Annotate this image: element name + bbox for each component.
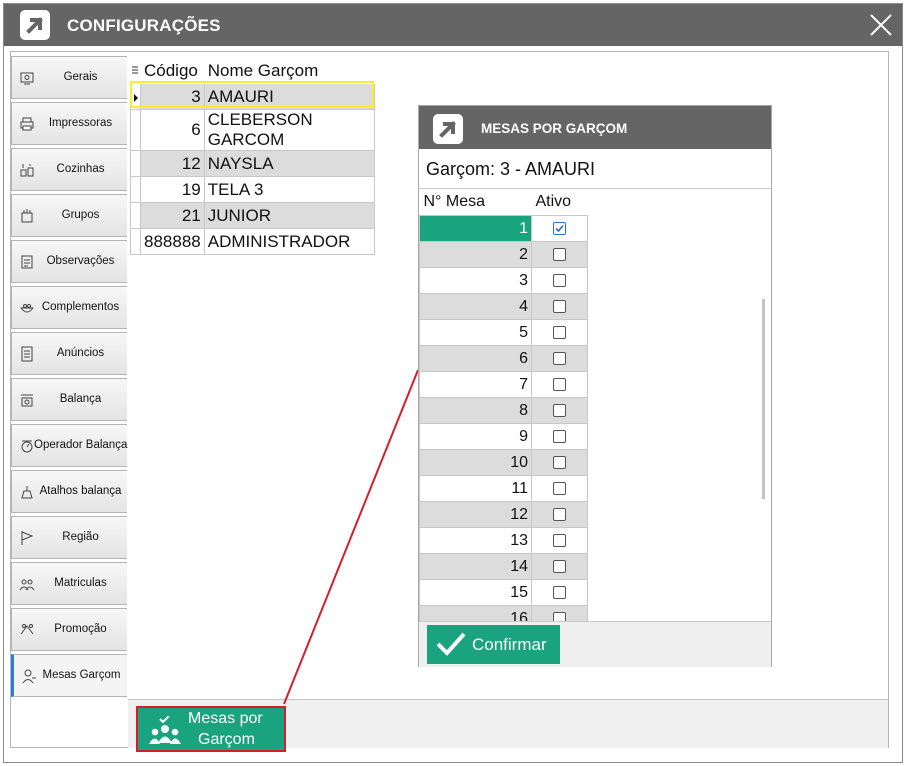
mesa-number: 5 — [419, 319, 532, 346]
ativo-cell — [531, 553, 588, 580]
ativo-checkbox[interactable] — [553, 559, 566, 573]
ativo-cell — [531, 345, 588, 372]
ativo-checkbox[interactable] — [553, 481, 566, 495]
ativo-cell — [531, 293, 588, 320]
mesa-row[interactable]: 13 — [419, 527, 588, 554]
mesa-row[interactable]: 16 — [419, 605, 588, 622]
ativo-checkbox[interactable] — [553, 455, 566, 469]
ativo-cell — [531, 319, 588, 346]
ativo-cell — [531, 475, 588, 502]
ativo-checkbox[interactable] — [553, 247, 566, 261]
ativo-checkbox[interactable] — [553, 351, 566, 365]
dialog-footer: Confirmar — [419, 621, 771, 667]
mesa-row[interactable]: 12 — [419, 501, 588, 528]
mesa-row[interactable]: 4 — [419, 293, 588, 320]
mesa-row[interactable]: 5 — [419, 319, 588, 346]
mesa-number: 10 — [419, 449, 532, 476]
ativo-checkbox[interactable] — [553, 221, 566, 235]
ativo-cell — [531, 371, 588, 398]
ativo-checkbox[interactable] — [553, 585, 566, 599]
mesa-row[interactable]: 9 — [419, 423, 588, 450]
mesas-grid: N° Mesa Ativo 1 2 3 4 5 6 7 8 9 10 11 12 13 14 15 16 — [419, 188, 771, 622]
dialog-title: MESAS POR GARÇOM — [481, 121, 628, 136]
mesa-row[interactable]: 3 — [419, 267, 588, 294]
ativo-cell — [531, 501, 588, 528]
confirm-button-label: Confirmar — [472, 635, 547, 654]
ativo-checkbox[interactable] — [553, 507, 566, 521]
mesa-number: 12 — [419, 501, 532, 528]
mesa-row[interactable]: 8 — [419, 397, 588, 424]
mesa-number: 11 — [419, 475, 532, 502]
ativo-cell — [531, 423, 588, 450]
mesa-row[interactable]: 10 — [419, 449, 588, 476]
ativo-cell — [531, 449, 588, 476]
mesa-number: 4 — [419, 293, 532, 320]
mesa-row[interactable]: 15 — [419, 579, 588, 606]
mesa-number: 3 — [419, 267, 532, 294]
dialog-logo-icon — [433, 114, 463, 144]
vertical-scrollbar[interactable] — [762, 299, 765, 499]
ativo-checkbox[interactable] — [553, 325, 566, 339]
mesa-number: 16 — [419, 605, 532, 622]
mesas-por-garcom-dialog: MESAS POR GARÇOM Garçom: 3 - AMAURI N° M… — [418, 105, 772, 667]
dialog-waiter-label: Garçom: 3 - AMAURI — [426, 159, 596, 179]
mesa-row[interactable]: 6 — [419, 345, 588, 372]
ativo-cell — [531, 397, 588, 424]
column-header-n-mesa[interactable]: N° Mesa — [420, 189, 532, 216]
dialog-header: MESAS POR GARÇOM — [419, 106, 771, 149]
ativo-cell — [531, 605, 588, 622]
ativo-checkbox[interactable] — [553, 273, 566, 287]
ativo-checkbox[interactable] — [553, 533, 566, 547]
ativo-cell — [531, 267, 588, 294]
ativo-checkbox[interactable] — [553, 377, 566, 391]
ativo-cell — [531, 241, 588, 268]
mesa-row[interactable]: 14 — [419, 553, 588, 580]
ativo-checkbox[interactable] — [553, 429, 566, 443]
ativo-checkbox[interactable] — [553, 403, 566, 417]
mesa-number: 13 — [419, 527, 532, 554]
column-header-ativo[interactable]: Ativo — [532, 189, 588, 216]
mesa-number: 15 — [419, 579, 532, 606]
confirm-button[interactable]: Confirmar — [427, 625, 560, 664]
mesa-number: 7 — [419, 371, 532, 398]
mesa-row[interactable]: 1 — [419, 215, 588, 242]
ativo-cell — [531, 527, 588, 554]
mesa-number: 1 — [419, 215, 532, 242]
ativo-cell — [531, 579, 588, 606]
mesa-number: 2 — [419, 241, 532, 268]
checkmark-icon — [436, 632, 466, 656]
mesa-row[interactable]: 2 — [419, 241, 588, 268]
ativo-checkbox[interactable] — [553, 299, 566, 313]
mesa-row[interactable]: 7 — [419, 371, 588, 398]
ativo-cell — [531, 215, 588, 242]
mesa-number: 8 — [419, 397, 532, 424]
mesa-number: 9 — [419, 423, 532, 450]
mesa-number: 14 — [419, 553, 532, 580]
mesa-number: 6 — [419, 345, 532, 372]
mesa-row[interactable]: 11 — [419, 475, 588, 502]
